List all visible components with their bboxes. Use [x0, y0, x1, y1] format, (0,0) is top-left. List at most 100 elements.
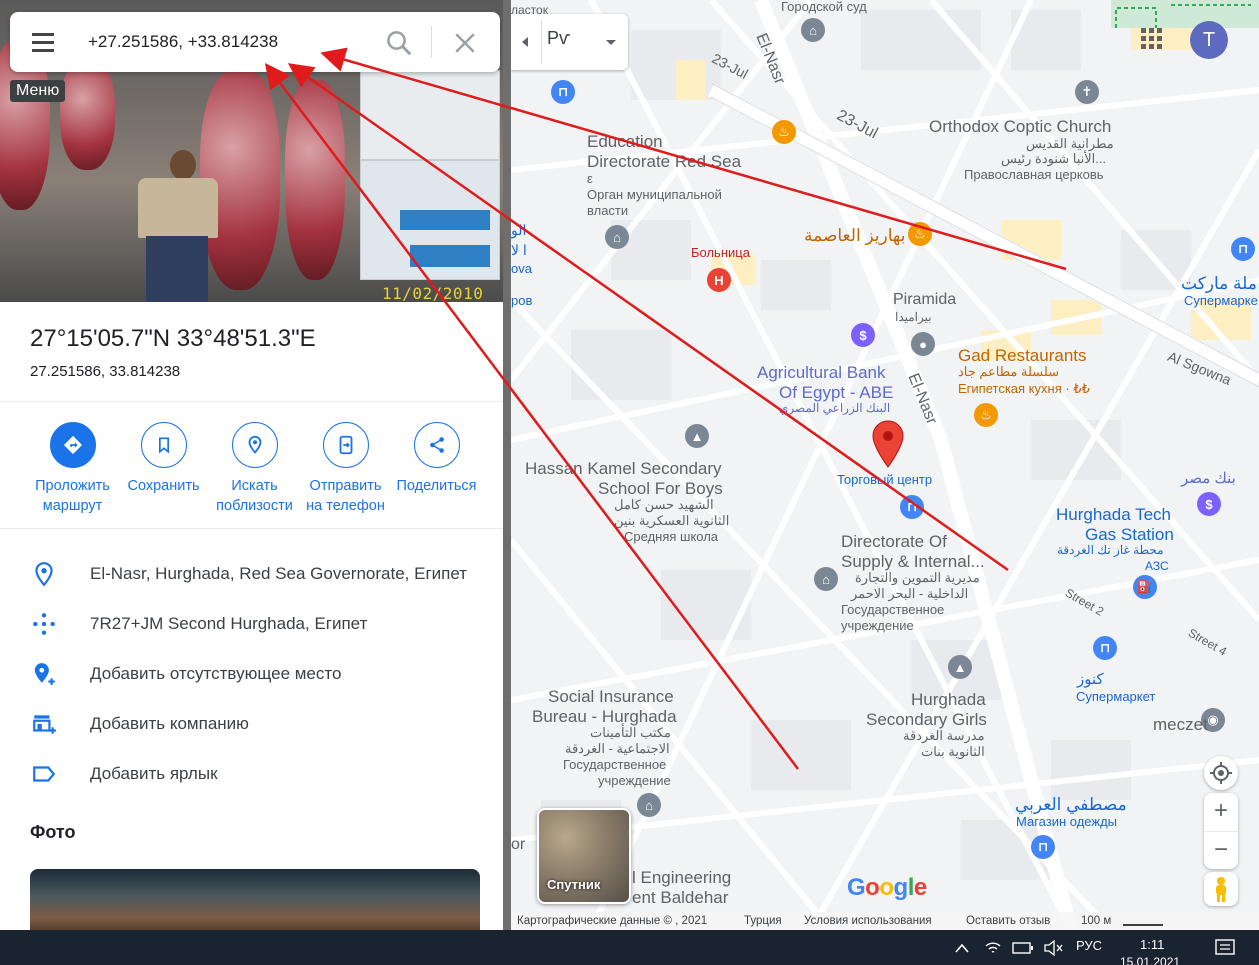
- map-label-school[interactable]: School For Boys: [598, 479, 723, 499]
- search-icon[interactable]: [384, 28, 414, 58]
- map-label-gas-station-ru: АЗС: [1145, 559, 1169, 573]
- scale-label[interactable]: 100 м: [1081, 915, 1111, 927]
- zoom-in-button[interactable]: +: [1204, 793, 1238, 831]
- map-label-education[interactable]: Education: [587, 132, 663, 152]
- map-label-mosque[interactable]: meczet: [1153, 715, 1208, 735]
- map-label-market[interactable]: ملة ماركت: [1181, 274, 1257, 294]
- shopping-icon[interactable]: ⊓: [1031, 835, 1055, 859]
- share-button[interactable]: Поделиться: [389, 422, 484, 496]
- collapse-panel-button[interactable]: [515, 30, 535, 54]
- close-icon[interactable]: [450, 28, 480, 58]
- map-label-restaurant[interactable]: بهاريز العاصمة: [804, 226, 905, 246]
- menu-button[interactable]: [28, 30, 58, 54]
- map-label-supply[interactable]: Directorate Of: [841, 532, 947, 552]
- language-button[interactable]: Рѵ: [547, 28, 589, 58]
- photo-thumbnail[interactable]: [30, 869, 480, 930]
- restaurant-icon[interactable]: ♨: [908, 222, 932, 246]
- map-label-bank[interactable]: Agricultural Bank: [757, 363, 886, 383]
- map-label-church[interactable]: Orthodox Coptic Church: [929, 117, 1111, 137]
- place-marker-icon[interactable]: ●: [911, 332, 935, 356]
- avatar[interactable]: T: [1190, 21, 1228, 59]
- landmark-icon[interactable]: ⌂: [801, 18, 825, 42]
- selected-location-pin-icon[interactable]: [871, 420, 905, 468]
- directions-icon: [63, 435, 82, 455]
- add-missing-place-row[interactable]: Добавить отсутствующее место: [30, 658, 490, 690]
- map-label-social[interactable]: Social Insurance: [548, 687, 674, 707]
- shopping-icon[interactable]: ⊓: [900, 495, 924, 519]
- hospital-icon[interactable]: H: [707, 268, 731, 292]
- map-label-cut: ров: [511, 293, 533, 308]
- map-label-social-ru: Государственное: [563, 757, 667, 772]
- bank-icon[interactable]: $: [1197, 492, 1221, 516]
- search-input[interactable]: [88, 27, 368, 57]
- map-canvas[interactable]: ⊓ ⌂ ♨ ✝ ⌂ ♨ H ⊓ ● $ ♨ ▲ $ ⊓ ⌂ ⛽ ⊓ ▲ ◉ ⌂ …: [511, 0, 1259, 930]
- terms-link[interactable]: Условия использования: [804, 915, 932, 927]
- plus-code-icon: [33, 613, 55, 635]
- map-label-school[interactable]: Hassan Kamel Secondary: [525, 459, 722, 479]
- country-link[interactable]: Турция: [744, 915, 782, 927]
- shopping-icon[interactable]: ⊓: [551, 80, 575, 104]
- add-label-row[interactable]: Добавить ярлык: [30, 758, 490, 790]
- map-label-gas-station[interactable]: Hurghada Tech: [1056, 505, 1171, 525]
- map-label-hospital[interactable]: Больница: [691, 245, 750, 261]
- chevron-down-icon[interactable]: [601, 28, 621, 56]
- map-label-konoz[interactable]: كنوز: [1077, 671, 1104, 688]
- shopping-icon[interactable]: ⊓: [1093, 636, 1117, 660]
- feedback-link[interactable]: Оставить отзыв: [966, 915, 1050, 927]
- map-label-piramida[interactable]: Piramida: [893, 291, 956, 309]
- action-label: маршрут: [42, 498, 103, 514]
- action-label: Проложить: [35, 478, 110, 494]
- government-icon[interactable]: ⌂: [814, 567, 838, 591]
- map-label-court[interactable]: Городской суд: [781, 0, 867, 15]
- map-label-school-ru: Средняя школа: [624, 529, 719, 544]
- school-icon[interactable]: ▲: [948, 655, 972, 679]
- restaurant-icon[interactable]: ♨: [772, 120, 796, 144]
- map-label-bank-misr[interactable]: بنك مصر: [1181, 470, 1236, 487]
- bank-icon[interactable]: $: [851, 323, 875, 347]
- school-icon[interactable]: ▲: [685, 424, 709, 448]
- map-label-social[interactable]: Bureau - Hurghada: [532, 707, 677, 727]
- map-label-engineering[interactable]: l Engineering: [632, 868, 731, 888]
- clock-date[interactable]: 15.01.2021: [1120, 955, 1180, 965]
- map-label-girls-school[interactable]: Hurghada: [911, 690, 986, 710]
- battery-icon[interactable]: [1012, 941, 1034, 955]
- zoom-out-button[interactable]: −: [1204, 831, 1238, 869]
- gas-station-icon[interactable]: ⛽: [1133, 575, 1157, 599]
- map-label-girls-school[interactable]: Secondary Girls: [866, 710, 987, 730]
- map-label-clothing[interactable]: مصطفي العربي: [1015, 795, 1127, 815]
- map-label-supply[interactable]: Supply & Internal...: [841, 552, 985, 572]
- satellite-layer-toggle[interactable]: Спутник: [537, 808, 631, 904]
- government-icon[interactable]: ⌂: [605, 225, 629, 249]
- map-label-engineering[interactable]: ent Baldehar: [632, 888, 728, 908]
- send-to-phone-button[interactable]: Отправить на телефон: [298, 422, 393, 516]
- wifi-icon[interactable]: [984, 940, 1002, 956]
- government-icon[interactable]: ⌂: [637, 793, 661, 817]
- address-row[interactable]: El-Nasr, Hurghada, Red Sea Governorate, …: [30, 558, 490, 590]
- my-location-button[interactable]: [1204, 756, 1238, 790]
- notifications-icon[interactable]: [1214, 938, 1236, 958]
- volume-muted-icon[interactable]: [1043, 940, 1063, 956]
- chevron-up-icon[interactable]: [955, 943, 969, 953]
- input-language[interactable]: РУС: [1076, 938, 1102, 953]
- add-business-row[interactable]: Добавить компанию: [30, 708, 490, 740]
- map-label-gad[interactable]: Gad Restaurants: [958, 346, 1087, 366]
- map-label-education[interactable]: Directorate Red Sea: [587, 152, 741, 172]
- street-view-pegman-button[interactable]: [1204, 872, 1238, 906]
- map-label-education-ru: Орган муниципальной: [587, 187, 722, 202]
- shopping-icon[interactable]: ⊓: [1231, 237, 1255, 261]
- panel-scrollbar[interactable]: [503, 0, 511, 930]
- apps-grid-icon[interactable]: [1141, 28, 1163, 50]
- map-label-gas-station[interactable]: Gas Station: [1085, 525, 1174, 545]
- plus-code-row[interactable]: 7R27+JM Second Hurghada, Египет: [30, 608, 490, 640]
- save-button[interactable]: Сохранить: [116, 422, 211, 496]
- map-label-girls-school-ar: مدرسة الغردقة: [903, 728, 985, 743]
- map-attribution-bar: Картографические данные © , 2021 Турция …: [511, 912, 1259, 930]
- clock-time[interactable]: 1:11: [1140, 937, 1164, 952]
- church-icon[interactable]: ✝: [1075, 80, 1099, 104]
- map-label-mall[interactable]: Торговый центр: [837, 472, 932, 488]
- restaurant-icon[interactable]: ♨: [974, 403, 998, 427]
- map-label-bank[interactable]: Of Egypt - ABE: [779, 383, 893, 403]
- directions-button[interactable]: Проложить маршрут: [25, 422, 120, 516]
- action-label: Поделиться: [396, 478, 477, 494]
- search-nearby-button[interactable]: Искать поблизости: [207, 422, 302, 516]
